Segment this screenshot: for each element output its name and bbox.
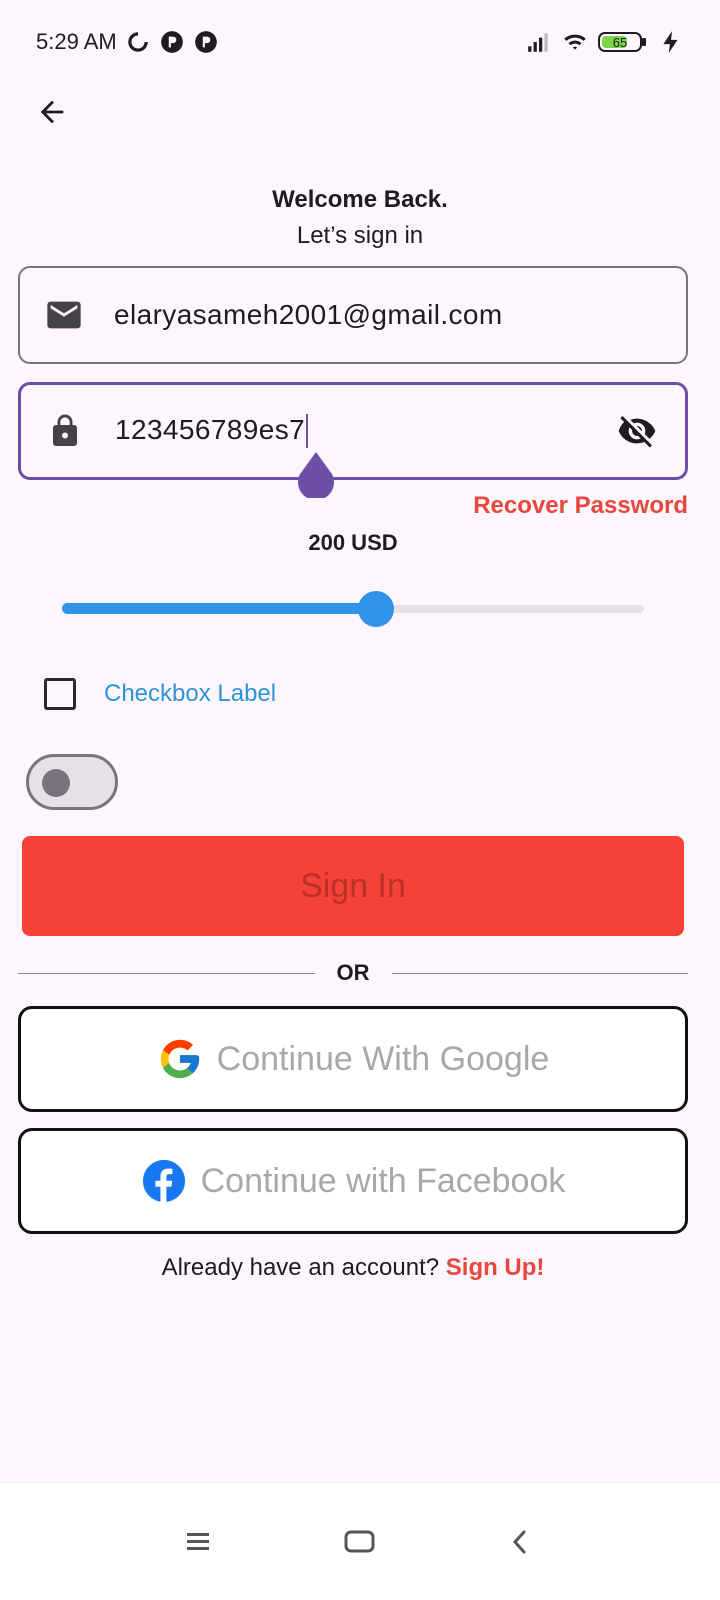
sign-up-link[interactable]: Sign Up! [446, 1254, 545, 1281]
nav-home-button[interactable] [330, 1512, 390, 1572]
home-icon [344, 1530, 375, 1552]
email-field[interactable]: elaryasameh2001@gmail.com [18, 266, 688, 364]
battery-level: 65 [613, 35, 627, 50]
password-value: 123456789es7 [115, 413, 309, 449]
charging-icon [663, 31, 678, 53]
signal-icon [528, 33, 548, 52]
back-icon [512, 1530, 526, 1553]
google-logo-icon [160, 1039, 199, 1079]
password-text: 123456789es7 [115, 413, 306, 445]
notification-icon [160, 31, 183, 53]
facebook-logo-icon [142, 1159, 185, 1203]
wifi-icon [564, 34, 586, 50]
notification-icon [194, 31, 217, 53]
toggle-switch[interactable] [26, 754, 118, 810]
status-right: 65 [526, 29, 684, 55]
nav-menu-button[interactable] [170, 1512, 230, 1572]
toggle-visibility-button[interactable] [613, 407, 661, 455]
slider-value-label: 200 USD [308, 530, 398, 555]
arrow-left-icon [40, 100, 64, 124]
system-nav-bar [0, 1482, 720, 1600]
recover-password-link[interactable]: Recover Password [473, 492, 688, 520]
slider-thumb[interactable] [358, 591, 395, 627]
status-time: 5:29 AM [36, 29, 117, 54]
password-field[interactable]: 123456789es7 [18, 382, 688, 480]
welcome-subtitle: Let’s sign in [296, 222, 424, 249]
signup-prompt: Already have an account? Sign Up! [0, 1254, 706, 1282]
nav-back-button[interactable] [490, 1512, 550, 1572]
text-selection-handle[interactable] [296, 452, 336, 498]
sync-icon [127, 32, 148, 52]
menu-icon [187, 1532, 209, 1550]
checkbox-label[interactable]: Checkbox Label [104, 680, 276, 708]
status-bar: 5:29 AM 65 [0, 0, 720, 84]
toggle-knob [42, 769, 70, 797]
battery-icon: 65 [598, 32, 646, 52]
or-label: OR [336, 960, 370, 985]
sign-in-button[interactable]: Sign In [22, 836, 684, 936]
facebook-button-label: Continue with Facebook [200, 1161, 566, 1200]
text-caret [306, 414, 309, 449]
signup-prompt-text: Already have an account? [161, 1254, 440, 1281]
slider-fill [62, 603, 377, 614]
continue-with-google-button[interactable]: Continue With Google [18, 1006, 688, 1112]
divider-line [18, 972, 315, 974]
checkbox[interactable] [44, 678, 76, 710]
eye-off-icon [618, 416, 656, 448]
checkbox-row[interactable]: Checkbox Label [44, 678, 276, 710]
lock-icon [45, 411, 85, 451]
continue-with-facebook-button[interactable]: Continue with Facebook [18, 1128, 688, 1234]
divider-line [391, 972, 688, 974]
status-left: 5:29 AM [36, 29, 219, 55]
mail-icon [44, 295, 84, 335]
back-button[interactable] [28, 88, 76, 136]
email-value: elaryasameh2001@gmail.com [114, 299, 503, 330]
amount-slider[interactable] [62, 584, 644, 634]
google-button-label: Continue With Google [216, 1039, 550, 1078]
welcome-title: Welcome Back. [272, 186, 448, 213]
or-divider: OR [18, 958, 688, 988]
